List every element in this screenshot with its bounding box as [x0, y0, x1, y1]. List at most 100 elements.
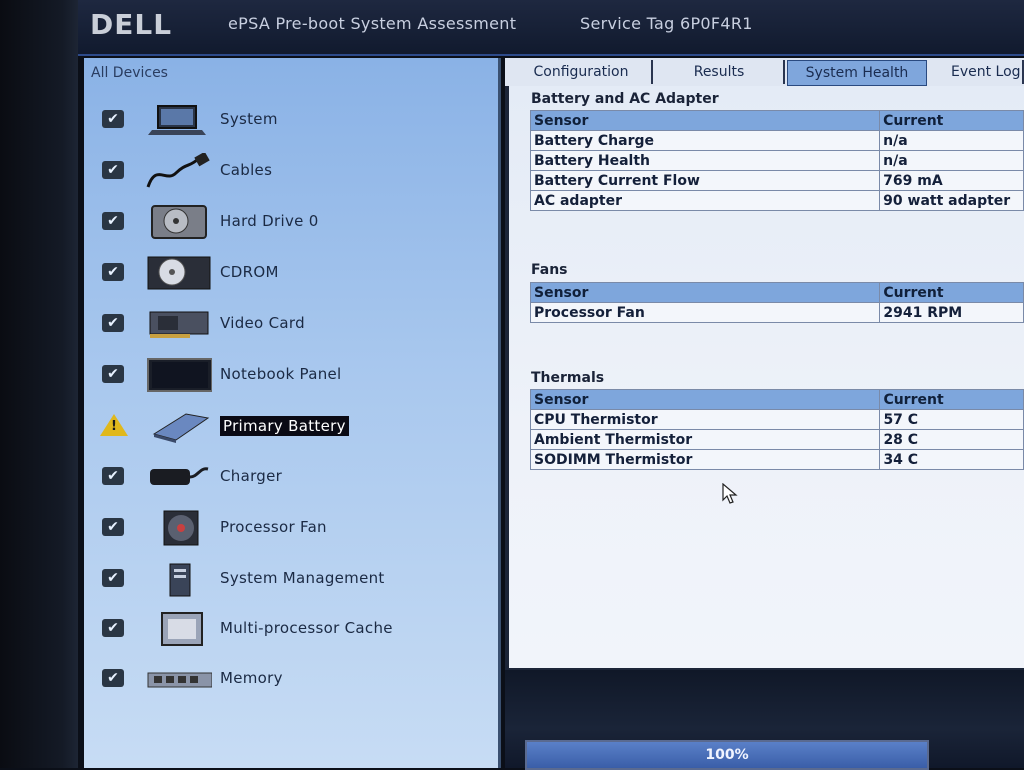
sensor-value: 90 watt adapter	[879, 190, 1024, 211]
processor-icon	[161, 612, 203, 646]
device-item-video-card[interactable]: ✔ Video Card	[84, 304, 498, 344]
app-header: DELL ePSA Pre-boot System Assessment Ser…	[78, 0, 1024, 56]
checkmark-icon[interactable]: ✔	[102, 467, 124, 485]
checkmark-icon[interactable]: ✔	[102, 161, 124, 179]
device-label: Hard Drive 0	[220, 212, 319, 230]
footer-strip: 100%	[505, 670, 1024, 770]
cable-icon	[146, 153, 210, 188]
charger-icon	[150, 467, 209, 485]
progress-bar: 100%	[525, 740, 929, 770]
app-title: ePSA Pre-boot System Assessment	[228, 14, 517, 33]
device-label: Cables	[220, 161, 273, 179]
sensor-value: 769 mA	[879, 170, 1024, 191]
checkmark-icon[interactable]: ✔	[102, 110, 124, 128]
sensor-value: n/a	[879, 130, 1024, 151]
device-item-multi-processor-cache[interactable]: ✔ Multi-processor Cache	[84, 609, 498, 649]
device-label: Notebook Panel	[220, 365, 342, 383]
sensor-value: 34 C	[879, 449, 1024, 470]
table-row: Processor Fan 2941 RPM	[529, 302, 1024, 323]
dell-logo: DELL	[90, 8, 173, 41]
device-item-hard-drive[interactable]: ✔ Hard Drive 0	[84, 202, 498, 242]
battery-table: Sensor Current Battery Charge n/a Battery …	[529, 110, 1024, 211]
table-header-row: Sensor Current	[529, 282, 1024, 303]
table-header-row: Sensor Current	[529, 389, 1024, 410]
screen-bezel	[0, 0, 78, 768]
table-row: Battery Health n/a	[529, 150, 1024, 171]
sensor-value: n/a	[879, 150, 1024, 171]
current-header: Current	[879, 389, 1024, 410]
section-battery-title: Battery and AC Adapter	[531, 91, 719, 107]
checkmark-icon[interactable]: ✔	[102, 619, 124, 637]
sensor-value: 28 C	[879, 429, 1024, 450]
sensor-name: Ambient Thermistor	[529, 429, 881, 450]
tab-system-health[interactable]: System Health	[787, 60, 927, 86]
sensor-name: Processor Fan	[529, 302, 881, 323]
current-header: Current	[879, 282, 1024, 303]
device-label: System	[220, 110, 278, 128]
device-label: Video Card	[220, 314, 305, 332]
sensor-name: SODIMM Thermistor	[529, 449, 881, 470]
video-card-icon	[149, 311, 209, 338]
tab-event-log[interactable]: Event Log	[929, 60, 1024, 84]
memory-icon	[147, 672, 212, 688]
service-tag: Service Tag 6P0F4R1	[580, 14, 753, 33]
device-item-charger[interactable]: ✔ Charger	[84, 457, 498, 497]
device-label: System Management	[220, 569, 385, 587]
cdrom-icon	[147, 256, 211, 290]
sensor-value: 57 C	[879, 409, 1024, 430]
device-item-cdrom[interactable]: ✔ CDROM	[84, 253, 498, 293]
checkmark-icon[interactable]: ✔	[102, 314, 124, 332]
sensor-name: AC adapter	[529, 190, 881, 211]
fan-icon	[163, 510, 199, 546]
checkmark-icon[interactable]: ✔	[102, 669, 124, 687]
sensor-value: 2941 RPM	[879, 302, 1024, 323]
sensor-header: Sensor	[529, 110, 881, 131]
all-devices-label: All Devices	[91, 65, 168, 81]
mouse-cursor-icon	[722, 483, 738, 504]
device-item-memory[interactable]: ✔ Memory	[84, 659, 498, 699]
table-row: AC adapter 90 watt adapter	[529, 190, 1024, 211]
table-row: CPU Thermistor 57 C	[529, 409, 1024, 430]
fans-table: Sensor Current Processor Fan 2941 RPM	[529, 282, 1024, 323]
table-header-row: Sensor Current	[529, 110, 1024, 131]
section-thermals-title: Thermals	[531, 370, 605, 386]
system-management-icon	[169, 563, 191, 597]
hard-drive-icon	[151, 205, 207, 239]
device-item-processor-fan[interactable]: ✔ Processor Fan	[84, 508, 498, 548]
details-panel: Configuration Results System Health Even…	[505, 58, 1024, 770]
device-item-cables[interactable]: ✔ Cables	[84, 151, 498, 191]
laptop-icon	[148, 105, 206, 135]
checkmark-icon[interactable]: ✔	[102, 263, 124, 281]
tab-configuration[interactable]: Configuration	[511, 60, 653, 84]
checkmark-icon[interactable]: ✔	[102, 518, 124, 536]
sensor-name: Battery Charge	[529, 130, 881, 151]
notebook-panel-icon	[147, 358, 212, 392]
device-label: Processor Fan	[220, 518, 327, 536]
current-header: Current	[879, 110, 1024, 131]
device-label-selected: Primary Battery	[220, 416, 349, 436]
device-item-system-management[interactable]: ✔ System Management	[84, 559, 498, 599]
table-row: Battery Charge n/a	[529, 130, 1024, 151]
sensor-name: CPU Thermistor	[529, 409, 881, 430]
device-item-notebook-panel[interactable]: ✔ Notebook Panel	[84, 355, 498, 395]
progress-label: 100%	[705, 747, 749, 763]
table-row: Ambient Thermistor 28 C	[529, 429, 1024, 450]
device-item-system[interactable]: ✔ System	[84, 100, 498, 140]
device-label: CDROM	[220, 263, 279, 281]
device-label: Charger	[220, 467, 283, 485]
checkmark-icon[interactable]: ✔	[102, 212, 124, 230]
checkmark-icon[interactable]: ✔	[102, 365, 124, 383]
sensor-name: Battery Health	[529, 150, 881, 171]
device-label: Memory	[220, 669, 283, 687]
battery-icon	[152, 413, 210, 443]
device-list-panel: All Devices ✔ System ✔ Cables ✔ Hard Dri…	[84, 58, 501, 768]
tab-bar: Configuration Results System Health Even…	[505, 58, 1024, 86]
system-health-content: Battery and AC Adapter Sensor Current Ba…	[509, 86, 1024, 668]
tab-results[interactable]: Results	[655, 60, 785, 84]
checkmark-icon[interactable]: ✔	[102, 569, 124, 587]
warning-mark: !	[111, 419, 117, 434]
sensor-header: Sensor	[529, 389, 881, 410]
table-row: Battery Current Flow 769 mA	[529, 170, 1024, 191]
device-item-primary-battery[interactable]: ! Primary Battery	[84, 406, 498, 446]
table-row: SODIMM Thermistor 34 C	[529, 449, 1024, 470]
